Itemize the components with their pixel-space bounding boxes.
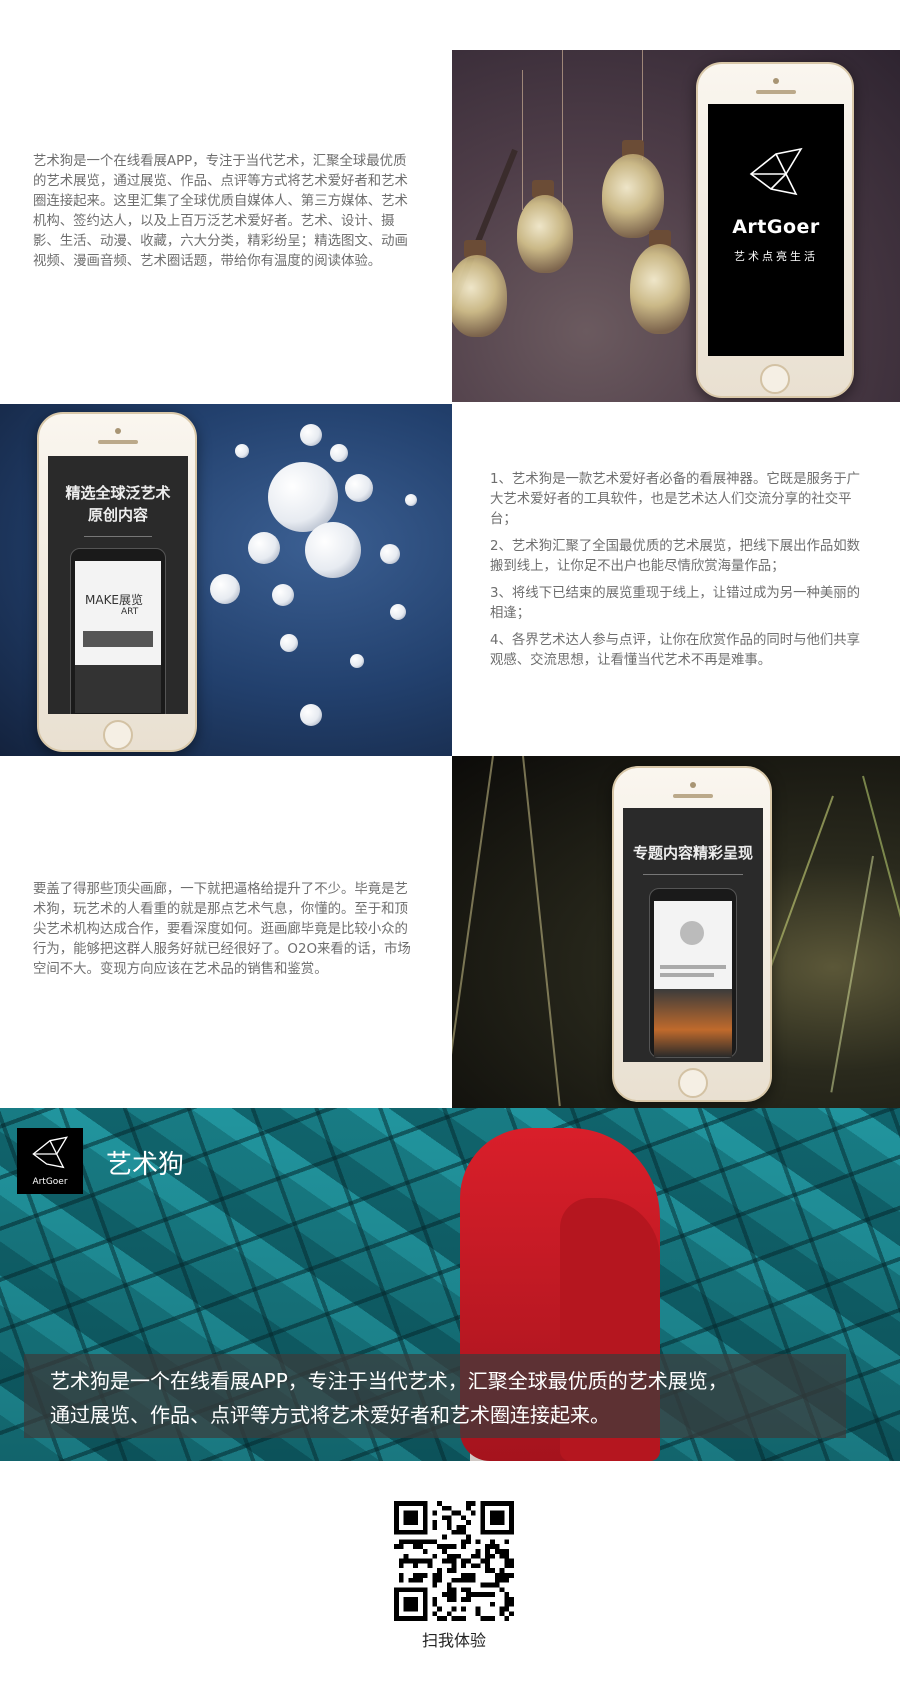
- bulbs-photo: ArtGoer 艺术点亮生活: [452, 50, 900, 402]
- caption-line-2: 通过展览、作品、点评等方式将艺术爱好者和艺术圈连接起来。: [50, 1403, 610, 1427]
- phone-slogan: 艺术点亮生活: [734, 250, 818, 263]
- section-intro: 艺术狗是一个在线看展APP，专注于当代艺术，汇聚全球最优质的艺术展览，通过展览、…: [0, 50, 900, 402]
- inner-heading: MAKE展览: [85, 593, 144, 607]
- phone-screen: ArtGoer 艺术点亮生活: [708, 104, 844, 356]
- promo-line-1: 精选全球泛艺术: [65, 484, 171, 502]
- features-list-panel: 1、艺术狗是一款艺术爱好者必备的看展神器。它既是服务于广大艺术爱好者的工具软件，…: [452, 404, 900, 756]
- phone-screen: 专题内容精彩呈现: [623, 808, 763, 1062]
- logo-text: ArtGoer: [32, 1177, 68, 1187]
- origami-dog-logo-icon: [749, 147, 803, 196]
- banner-title: 艺术狗: [106, 1150, 185, 1180]
- section-features: 精选全球泛艺术 原创内容 MAKE展览 ART 1、艺术狗是一款艺术爱好者必备的…: [0, 404, 900, 756]
- promo-topics: 专题内容精彩呈现: [632, 844, 753, 862]
- promo-line-2: 原创内容: [87, 506, 148, 524]
- phone-screen: 精选全球泛艺术 原创内容 MAKE展览 ART: [48, 456, 188, 714]
- phone-mockup-topics: 专题内容精彩呈现: [612, 766, 772, 1102]
- intro-paragraph: 艺术狗是一个在线看展APP，专注于当代艺术，汇聚全球最优质的艺术展览，通过展览、…: [33, 154, 408, 269]
- home-button: [103, 720, 133, 750]
- feature-item: 3、将线下已结束的展览重现于线上，让错过成为另一种美丽的相逢；: [490, 586, 861, 621]
- home-button: [760, 364, 790, 394]
- feature-item: 2、艺术狗汇聚了全国最优质的艺术展览，把线下展出作品如数搬到线上，让你足不出户也…: [490, 539, 861, 574]
- origami-dog-logo-icon: [32, 1136, 69, 1169]
- spheres-photo: 精选全球泛艺术 原创内容 MAKE展览 ART: [0, 404, 452, 756]
- feature-item: 1、艺术狗是一款艺术爱好者必备的看展神器。它既是服务于广大艺术爱好者的工具软件，…: [490, 472, 861, 527]
- commentary-text-panel: 要盖了得那些顶尖画廊，一下就把逼格给提升了不少。毕竟是艺术狗，玩艺术的人看重的就…: [0, 756, 452, 1108]
- features-list: 1、艺术狗是一款艺术爱好者必备的看展神器。它既是服务于广大艺术爱好者的工具软件，…: [452, 404, 900, 671]
- feature-item: 4、各界艺术达人参与点评，让你在欣赏作品的同时与他们共享观感、交流思想，让看懂当…: [490, 633, 861, 668]
- qr-label: 扫我体验: [421, 1631, 486, 1650]
- phone-brand-name: ArtGoer: [732, 216, 820, 238]
- phone-mockup-artgoer: ArtGoer 艺术点亮生活: [696, 62, 854, 398]
- dark-strands-photo: 专题内容精彩呈现: [452, 756, 900, 1108]
- home-button: [678, 1068, 708, 1098]
- caption-line-1: 艺术狗是一个在线看展APP，专注于当代艺术，汇聚全球最优质的艺术展览，: [50, 1369, 728, 1393]
- qr-code[interactable]: [394, 1501, 514, 1621]
- commentary-paragraph: 要盖了得那些顶尖画廊，一下就把逼格给提升了不少。毕竟是艺术狗，玩艺术的人看重的就…: [33, 882, 411, 977]
- banner-caption: 艺术狗是一个在线看展APP，专注于当代艺术，汇聚全球最优质的艺术展览， 通过展览…: [24, 1354, 846, 1438]
- phone-mockup-featured: 精选全球泛艺术 原创内容 MAKE展览 ART: [37, 412, 197, 752]
- inner-subheading: ART: [121, 607, 139, 617]
- hero-banner: ArtGoer 艺术狗 艺术狗是一个在线看展APP，专注于当代艺术，汇聚全球最优…: [0, 1108, 900, 1461]
- intro-text-panel: 艺术狗是一个在线看展APP，专注于当代艺术，汇聚全球最优质的艺术展览，通过展览、…: [0, 50, 452, 402]
- artgoer-logo: ArtGoer: [17, 1128, 83, 1194]
- section-commentary: 要盖了得那些顶尖画廊，一下就把逼格给提升了不少。毕竟是艺术狗，玩艺术的人看重的就…: [0, 756, 900, 1108]
